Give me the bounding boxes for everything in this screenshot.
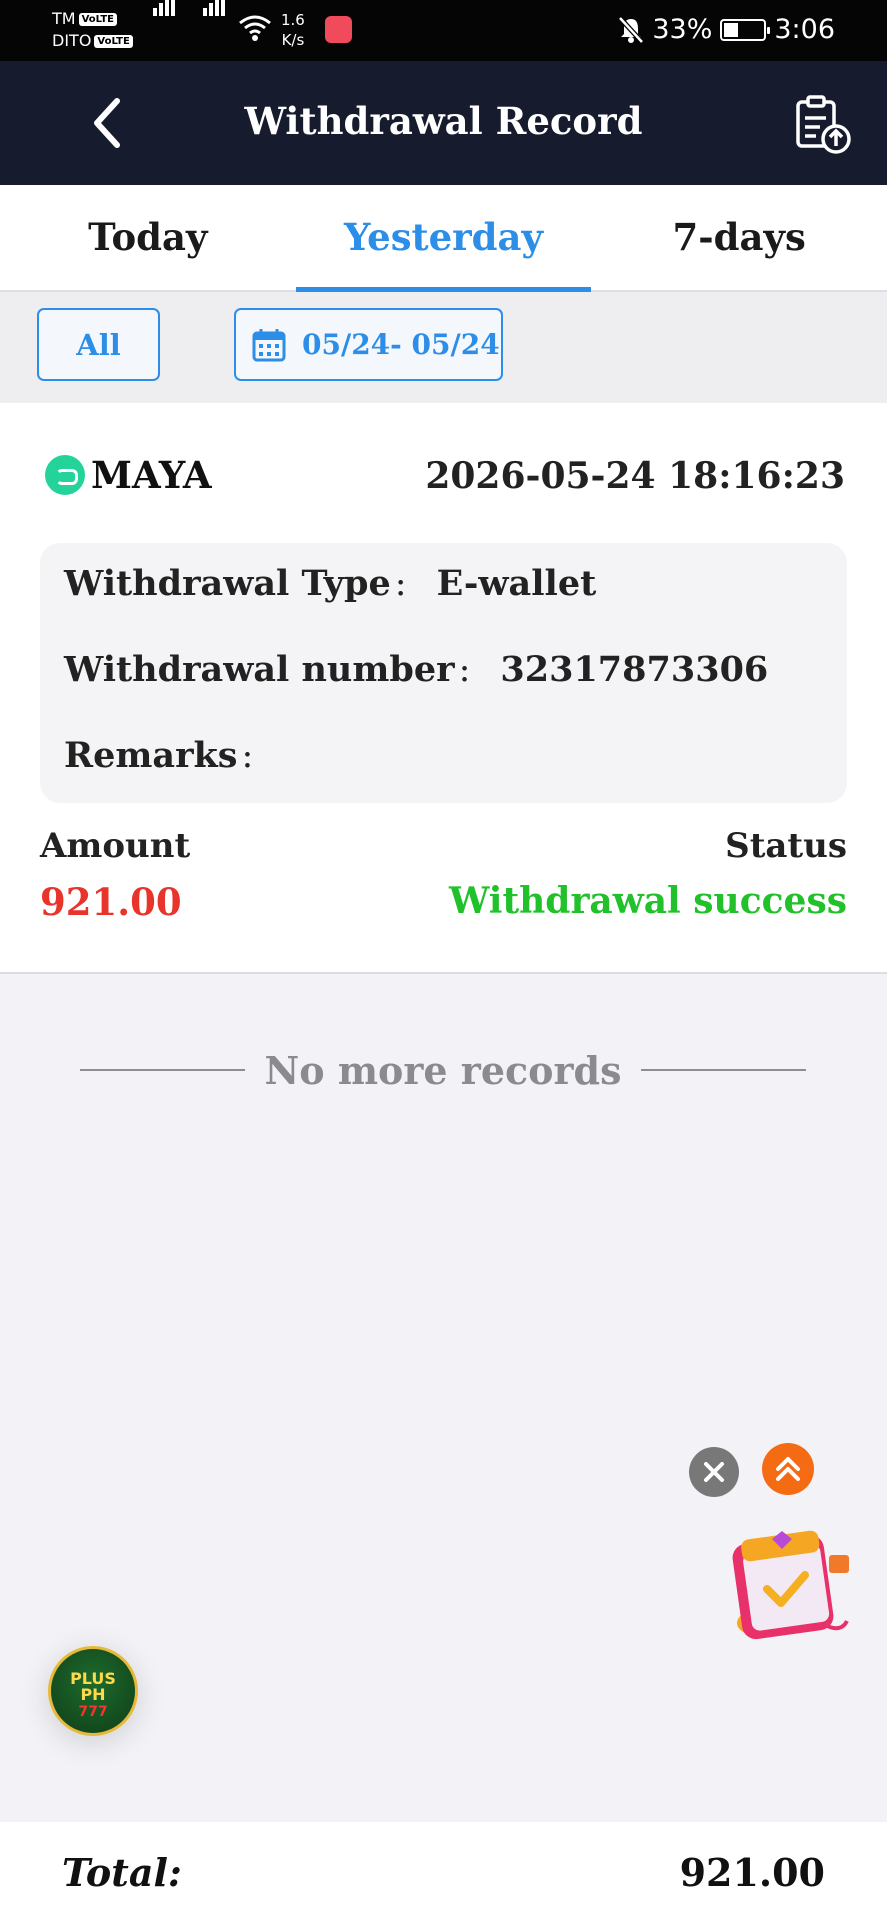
network-speed: 1.6 K/s [281, 11, 305, 49]
logo-text: PLUS PH [70, 1669, 116, 1704]
carrier-1: TM [52, 9, 76, 28]
close-floating-button[interactable] [689, 1447, 739, 1497]
check-in-reward-button[interactable] [725, 1525, 857, 1650]
payment-method: MAYA [45, 453, 212, 497]
status-badge: Withdrawal success [449, 880, 847, 922]
volte-badge: VoLTE [78, 13, 118, 26]
remarks-label: Remarks [64, 735, 238, 776]
double-chevron-up-icon [776, 1457, 800, 1481]
divider [80, 1069, 245, 1071]
calendar-reward-icon [732, 1530, 849, 1640]
status-label: Status [725, 826, 847, 866]
record-datetime: 2026-05-24 18:16:23 [425, 455, 845, 497]
plus-ph-logo-button[interactable]: PLUS PH 777 [48, 1646, 138, 1736]
withdrawal-number-label: Withdrawal number [64, 649, 455, 690]
status-bar: TM VoLTE DITO VoLTE 1.6 K/s 33% 3:06 [0, 0, 887, 61]
battery-icon [720, 18, 771, 41]
clock: 3:06 [774, 14, 835, 45]
filter-bar: All 05/24- 05/24 [0, 292, 887, 403]
date-range-label: 05/24- 05/24 [302, 328, 500, 361]
date-range-button[interactable]: 05/24- 05/24 [234, 308, 503, 381]
amount-value: 921.00 [40, 880, 182, 924]
type-filter-button[interactable]: All [37, 308, 160, 381]
calendar-icon [252, 328, 286, 361]
no-more-records-text: No more records [264, 1047, 622, 1093]
page-title: Withdrawal Record [244, 99, 643, 143]
withdrawal-type-label: Withdrawal Type [64, 563, 391, 604]
battery-percent: 33% [652, 14, 713, 45]
end-of-list: No more records [80, 1045, 806, 1095]
record-details: Withdrawal Type: E-wallet Withdrawal numb… [40, 543, 847, 803]
date-tabs: Today Yesterday 7-days [0, 185, 887, 292]
carrier-2: DITO [52, 31, 92, 50]
divider [641, 1069, 806, 1071]
logo-777-text: 777 [78, 1704, 108, 1720]
notification-app-icon [325, 16, 352, 43]
export-record-button[interactable] [792, 94, 852, 154]
tab-yesterday[interactable]: Yesterday [295, 185, 592, 292]
amount-label: Amount [40, 826, 191, 866]
withdrawal-number-row: Withdrawal number:32317873306 [64, 649, 769, 690]
withdrawal-type-row: Withdrawal Type: E-wallet [64, 563, 597, 604]
app-header: Withdrawal Record [0, 61, 887, 185]
carrier-info: TM VoLTE DITO VoLTE [52, 8, 133, 52]
clipboard-upload-icon [796, 95, 851, 154]
remarks-row: Remarks: [64, 735, 254, 776]
status-right: 33% 3:06 [618, 14, 835, 45]
withdrawal-type-value: E-wallet [436, 563, 597, 604]
withdrawal-number-value: 32317873306 [500, 649, 769, 690]
maya-logo-icon [45, 455, 85, 495]
total-label: Total: [62, 1850, 182, 1895]
withdrawal-record-card: MAYA 2026-05-24 18:16:23 Withdrawal Type… [0, 403, 887, 974]
total-value: 921.00 [679, 1850, 825, 1895]
volte-badge: VoLTE [94, 35, 133, 48]
tab-today[interactable]: Today [0, 185, 296, 290]
tab-7-days[interactable]: 7-days [591, 185, 887, 290]
wifi-icon [239, 15, 271, 41]
bell-muted-icon [618, 15, 645, 44]
scroll-top-button[interactable] [762, 1443, 814, 1495]
payment-method-label: MAYA [91, 453, 212, 497]
total-footer: Total: 921.00 [0, 1822, 887, 1920]
close-icon [704, 1462, 724, 1482]
